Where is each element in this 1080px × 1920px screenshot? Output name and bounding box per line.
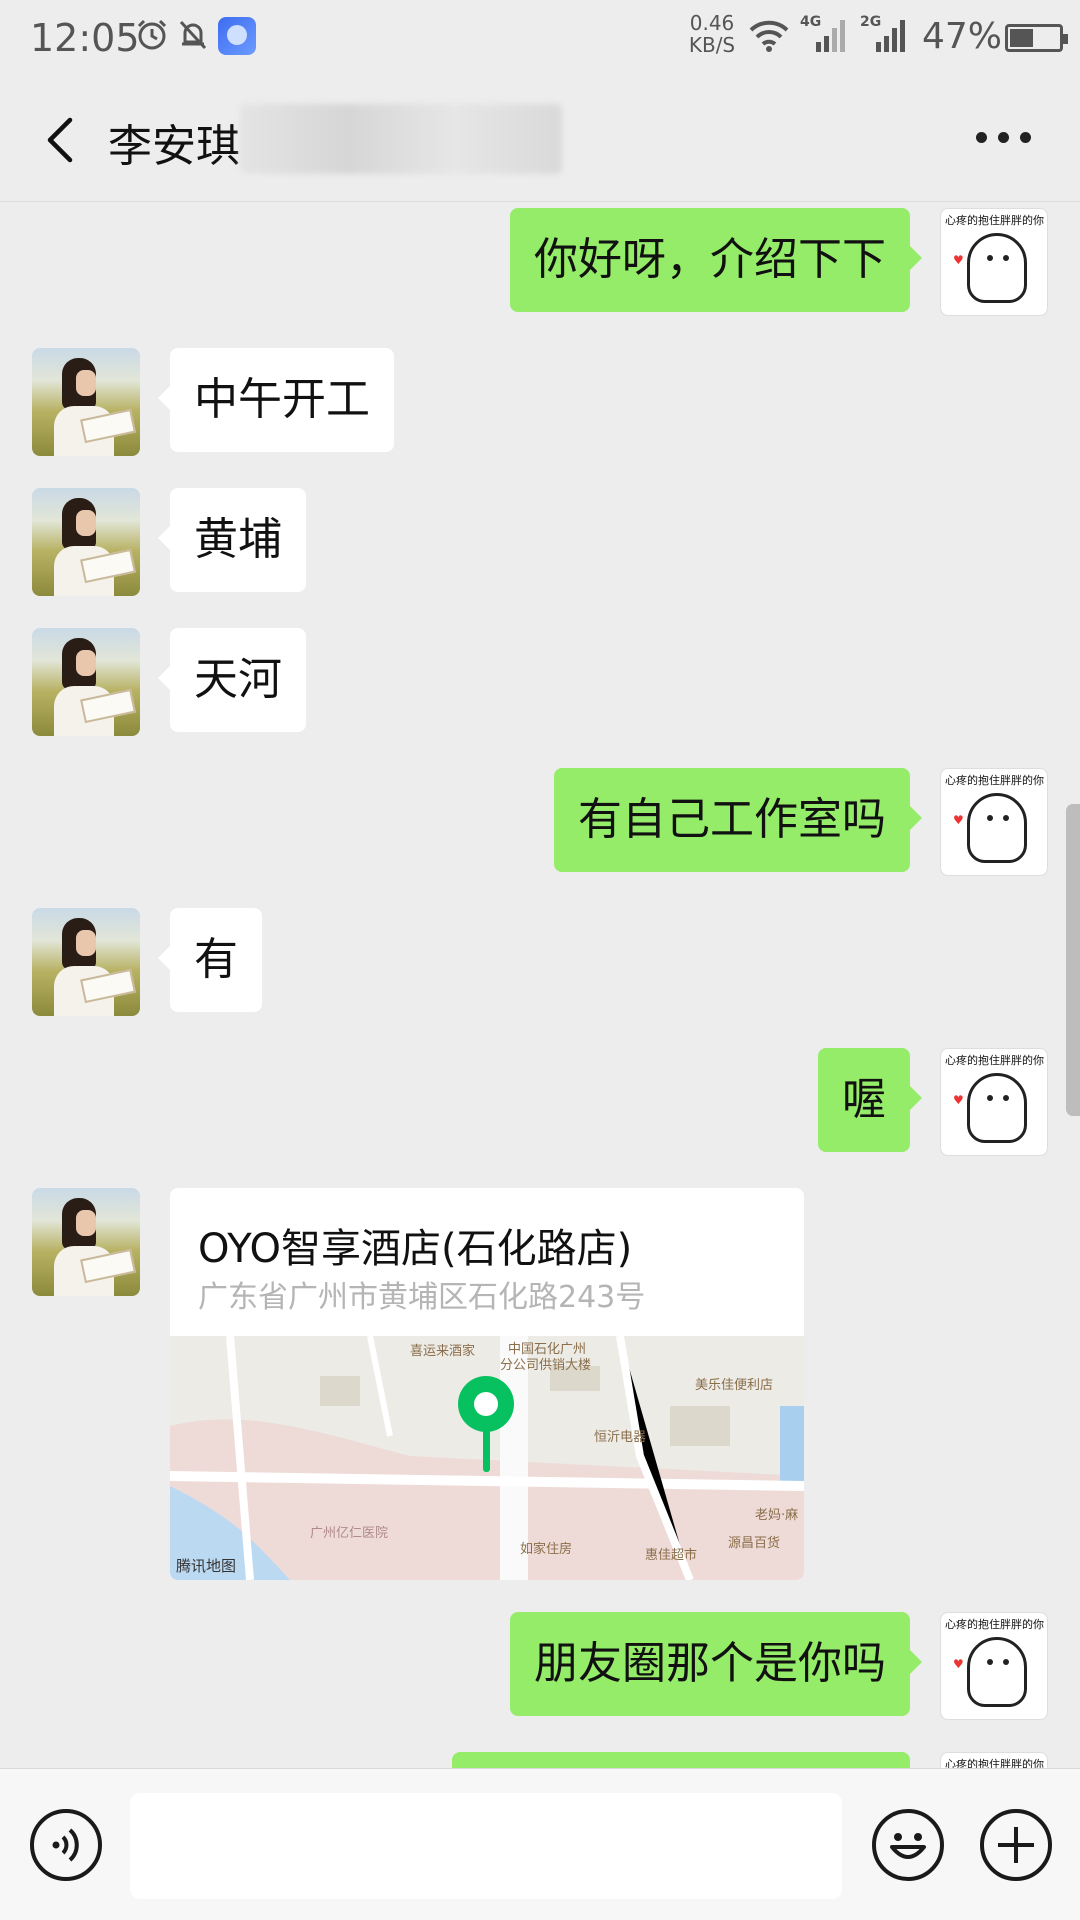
- map-poi-label: 喜运来酒家: [410, 1344, 476, 1359]
- battery-icon: [1005, 24, 1068, 52]
- message-bubble-in[interactable]: 有: [158, 908, 262, 1012]
- location-map[interactable]: 喜运来酒家 中国石化广州 分公司供销大楼 美乐佳便利店 恒沂电器 广州亿仁医院 …: [170, 1336, 804, 1580]
- message-row: 中午开工: [0, 348, 1080, 456]
- voice-icon[interactable]: [30, 1809, 102, 1881]
- message-bubble-out[interactable]: 朋友圈那个是你吗: [510, 1612, 922, 1716]
- message-bubble-out[interactable]: 你好呀，介绍下下: [510, 208, 922, 312]
- emoji-icon[interactable]: [872, 1809, 944, 1881]
- map-pin-stem: [483, 1428, 490, 1472]
- more-dots-icon[interactable]: [976, 132, 1036, 148]
- avatar-caption: 心疼的抱住胖胖的你: [945, 1758, 1044, 1768]
- wifi-icon: [749, 20, 789, 52]
- scrollbar[interactable]: [1066, 804, 1080, 1116]
- my-avatar[interactable]: 心疼的抱住胖胖的你 ♥: [940, 768, 1048, 876]
- message-bubble-out[interactable]: 有自己工作室吗: [554, 768, 922, 872]
- message-row-partial: 心疼的抱住胖胖的你: [0, 1752, 1080, 1768]
- map-poi-label: 恒沂电器: [594, 1430, 647, 1445]
- contact-avatar[interactable]: [32, 348, 140, 456]
- map-poi-label: 美乐佳便利店: [695, 1378, 774, 1393]
- chat-header: 李安琪: [0, 78, 1080, 202]
- map-poi-label: 广州亿仁医院: [310, 1526, 389, 1541]
- app-notification-icon: [218, 17, 256, 55]
- avatar-caption: 心疼的抱住胖胖的你: [945, 1618, 1044, 1631]
- avatar-caption: 心疼的抱住胖胖的你: [945, 1054, 1044, 1067]
- map-provider-logo: 腾讯地图: [176, 1557, 237, 1575]
- message-row: 喔 心疼的抱住胖胖的你 ♥: [0, 1048, 1080, 1156]
- redacted-phone: [240, 104, 562, 174]
- net-speed-unit: KB/S: [688, 33, 736, 57]
- location-address: 广东省广州市黄埔区石化路243号: [198, 1280, 646, 1315]
- contact-avatar[interactable]: [32, 628, 140, 736]
- message-row: 天河: [0, 628, 1080, 736]
- map-poi-label: 如家住房: [520, 1542, 573, 1557]
- plus-icon[interactable]: [980, 1809, 1052, 1881]
- battery-percent: 47%: [922, 16, 1003, 57]
- map-poi-label: 源昌百货: [728, 1536, 781, 1551]
- status-bar: 12:05 0.46 KB/S 4G 2G 47%: [0, 0, 1080, 78]
- input-bar: [0, 1768, 1080, 1920]
- message-bubble-out[interactable]: 喔: [818, 1048, 922, 1152]
- message-bubble-in[interactable]: 黄埔: [158, 488, 306, 592]
- my-avatar[interactable]: 心疼的抱住胖胖的你 ♥: [940, 208, 1048, 316]
- message-bubble-in[interactable]: 中午开工: [158, 348, 394, 452]
- chat-messages[interactable]: 你好呀，介绍下下 心疼的抱住胖胖的你 ♥ 中午开工 黄埔 天河 有自己工作室吗 …: [0, 202, 1080, 1768]
- my-avatar[interactable]: 心疼的抱住胖胖的你 ♥: [940, 1612, 1048, 1720]
- mute-bell-icon: [179, 20, 207, 50]
- avatar-caption: 心疼的抱住胖胖的你: [945, 214, 1044, 227]
- message-bubble-in[interactable]: 天河: [158, 628, 306, 732]
- message-input[interactable]: [130, 1793, 842, 1899]
- avatar-caption: 心疼的抱住胖胖的你: [945, 774, 1044, 787]
- my-avatar[interactable]: 心疼的抱住胖胖的你: [940, 1752, 1048, 1768]
- my-avatar[interactable]: 心疼的抱住胖胖的你 ♥: [940, 1048, 1048, 1156]
- message-row: 你好呀，介绍下下 心疼的抱住胖胖的你 ♥: [0, 208, 1080, 316]
- message-row: 有: [0, 908, 1080, 1016]
- contact-avatar[interactable]: [32, 908, 140, 1016]
- message-row: OYO智享酒店(石化路店) 广东省广州市黄埔区石化路243号 喜运来酒家 中国石…: [0, 1188, 1080, 1580]
- battery-fill: [1010, 29, 1033, 47]
- chevron-left-icon[interactable]: [36, 112, 86, 168]
- message-row: 有自己工作室吗 心疼的抱住胖胖的你 ♥: [0, 768, 1080, 876]
- location-card[interactable]: OYO智享酒店(石化路店) 广东省广州市黄埔区石化路243号 喜运来酒家 中国石…: [170, 1188, 804, 1580]
- map-poi-label: 分公司供销大楼: [500, 1358, 592, 1373]
- map-pin-icon: [458, 1376, 514, 1432]
- signal-2g-icon: 2G: [860, 14, 910, 54]
- signal-4g-icon: 4G: [800, 14, 850, 54]
- contact-avatar[interactable]: [32, 1188, 140, 1296]
- net-speed: 0.46 KB/S: [686, 12, 738, 56]
- alarm-icon: [137, 19, 167, 50]
- message-row: 朋友圈那个是你吗 心疼的抱住胖胖的你 ♥: [0, 1612, 1080, 1720]
- map-poi-label: 老妈·麻: [755, 1508, 799, 1523]
- location-name: OYO智享酒店(石化路店): [198, 1226, 633, 1272]
- status-time: 12:05: [30, 16, 140, 60]
- net-speed-value: 0.46: [689, 11, 735, 35]
- map-poi-label: 惠佳超市: [645, 1548, 698, 1563]
- message-bubble-out-partial[interactable]: [452, 1752, 910, 1768]
- contact-avatar[interactable]: [32, 488, 140, 596]
- message-row: 黄埔: [0, 488, 1080, 596]
- contact-name: 李安琪: [108, 121, 240, 172]
